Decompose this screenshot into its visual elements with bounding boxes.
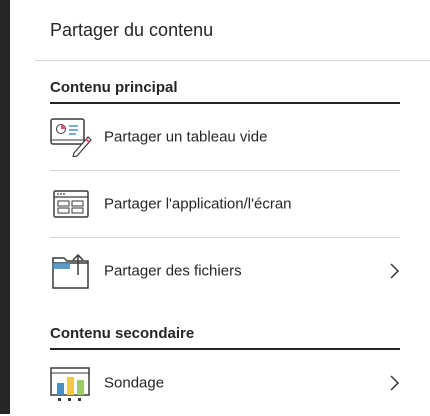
section-header-primary: Contenu principal [50,76,400,104]
section-header-secondary: Contenu secondaire [50,322,400,350]
whiteboard-icon [50,117,92,158]
poll-item[interactable]: Sondage [50,350,400,416]
section-title-secondary: Contenu secondaire [50,325,195,342]
chevron-right-icon[interactable] [386,261,402,281]
application-window-icon [50,184,92,224]
share-files-label: Partager des fichiers [104,262,242,280]
sidebar-edge [0,0,10,414]
chevron-right-icon[interactable] [386,373,402,393]
panel-header: Partager du contenu [35,0,430,61]
poll-chart-icon [50,363,92,403]
folder-upload-icon [50,251,92,291]
share-whiteboard-label: Partager un tableau vide [104,128,268,146]
share-files-item[interactable]: Partager des fichiers [50,238,400,304]
share-application-item[interactable]: Partager l'application/l'écran [50,171,400,238]
share-whiteboard-item[interactable]: Partager un tableau vide [50,104,400,171]
share-content-panel: Partager du contenu Contenu principal Pa… [35,0,430,414]
section-title-primary: Contenu principal [50,79,178,96]
share-application-label: Partager l'application/l'écran [104,195,292,213]
panel-title: Partager du contenu [50,20,214,40]
poll-label: Sondage [104,374,165,392]
